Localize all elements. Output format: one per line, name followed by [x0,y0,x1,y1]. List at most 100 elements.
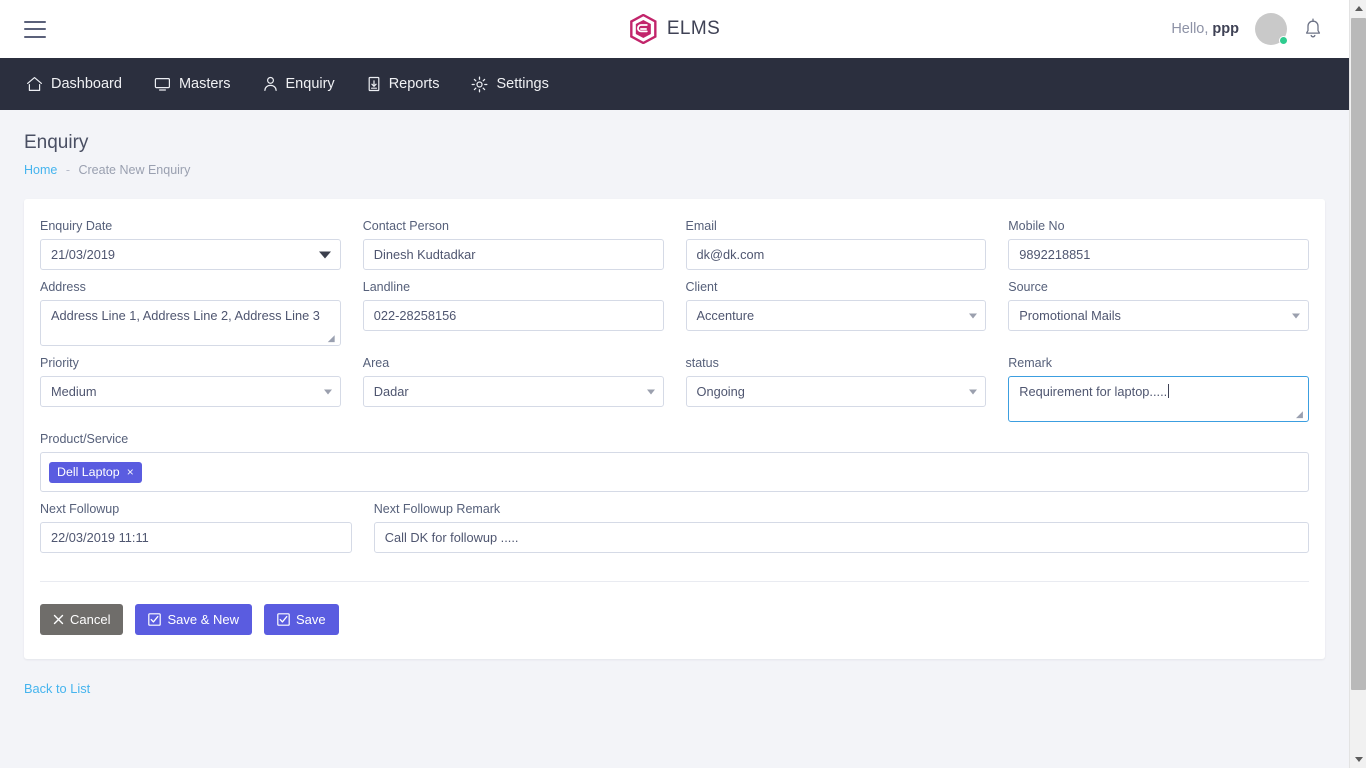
nav-item-enquiry[interactable]: Enquiry [261,72,337,96]
brand-logo[interactable]: ELMS [629,14,720,44]
back-to-list-link[interactable]: Back to List [24,681,1349,696]
field-mobile-no: Mobile No 9892218851 [1008,219,1309,270]
scroll-up-button[interactable] [1350,0,1366,17]
label-mobile-no: Mobile No [1008,219,1065,233]
scroll-down-button[interactable] [1350,751,1366,768]
enquiry-date-wrapper: 21/03/2019 [40,239,341,270]
label-contact-person: Contact Person [362,219,449,233]
nav-label-enquiry: Enquiry [285,76,335,92]
page-scrollbar[interactable] [1349,0,1366,768]
label-landline: Landline [362,280,411,294]
online-status-dot [1279,36,1288,45]
scrollbar-thumb[interactable] [1351,18,1366,690]
label-product-service: Product/Service [40,432,129,446]
form-row-4: Product/Service Dell Laptop × [40,432,1309,492]
address-value: Address Line 1, Address Line 2, Address … [51,308,320,323]
field-contact-person: Contact Person Dinesh Kudtadkar [362,219,664,270]
avatar[interactable] [1255,13,1288,45]
gear-icon [472,76,488,92]
label-client: Client [685,280,718,294]
text-caret [1168,384,1170,398]
form-row-3: Priority Medium Area Dadar status Ongoin… [40,356,1309,422]
resize-handle-icon[interactable]: ◢ [1296,410,1306,420]
enquiry-form-card: Enquiry Date 21/03/2019 Contact Person D… [24,199,1325,659]
save-label: Save [296,612,326,627]
priority-select[interactable]: Medium [40,376,341,407]
remark-value: Requirement for laptop..... [1019,384,1168,399]
nav-item-reports[interactable]: Reports [365,72,442,96]
save-and-new-button[interactable]: Save & New [135,604,253,635]
tag-label: Dell Laptop [57,464,120,479]
main-navigation: Dashboard Masters Enquiry Reports Settin… [0,58,1349,110]
area-wrapper: Dadar [362,376,664,407]
next-followup-remark-input[interactable]: Call DK for followup ..... [373,522,1309,553]
client-wrapper: Accenture [685,300,987,331]
field-product-service: Product/Service Dell Laptop × [40,432,1309,492]
next-followup-input[interactable]: 22/03/2019 11:11 [40,522,352,553]
field-landline: Landline 022-28258156 [362,280,664,346]
field-remark: Remark Requirement for laptop..... ◢ [1008,356,1309,422]
brand-name: ELMS [666,18,721,39]
form-row-5: Next Followup 22/03/2019 11:11 Next Foll… [40,502,1309,553]
form-actions: Cancel Save & New Save [40,604,1309,635]
breadcrumb-home-link[interactable]: Home [24,163,57,177]
label-enquiry-date: Enquiry Date [40,219,113,233]
nav-item-masters[interactable]: Masters [152,72,233,96]
status-select[interactable]: Ongoing [685,376,987,407]
save-button[interactable]: Save [264,604,339,635]
resize-handle-icon[interactable]: ◢ [328,334,338,344]
tag-remove-icon[interactable]: × [127,465,134,479]
save-and-new-label: Save & New [167,612,240,627]
nav-label-settings: Settings [496,76,549,92]
label-area: Area [362,356,390,370]
label-status: status [685,356,719,370]
source-select[interactable]: Promotional Mails [1008,300,1309,331]
label-address: Address [40,280,86,294]
elms-hexagon-icon [629,14,657,44]
form-row-2: Address Address Line 1, Address Line 2, … [40,280,1309,346]
label-email: Email [685,219,717,233]
breadcrumb-current: Create New Enquiry [78,163,191,177]
breadcrumb-separator: - [65,163,70,177]
triangle-up-icon [1354,6,1363,11]
checkbox-checked-icon [277,613,290,626]
greeting-text: Hello, [1171,21,1209,37]
landline-input[interactable]: 022-28258156 [362,300,664,331]
tag-item[interactable]: Dell Laptop × [49,461,142,483]
user-icon [263,76,277,91]
address-textarea[interactable]: Address Line 1, Address Line 2, Address … [40,300,341,346]
enquiry-date-input[interactable]: 21/03/2019 [40,239,341,270]
bell-icon[interactable] [1303,18,1323,40]
source-wrapper: Promotional Mails [1008,300,1309,331]
field-next-followup-remark: Next Followup Remark Call DK for followu… [373,502,1309,553]
cancel-button[interactable]: Cancel [40,604,124,635]
field-client: Client Accenture [685,280,987,346]
contact-person-input[interactable]: Dinesh Kudtadkar [362,239,664,270]
checkbox-checked-icon [148,613,162,626]
email-input[interactable]: dk@dk.com [685,239,987,270]
status-wrapper: Ongoing [685,376,987,407]
area-select[interactable]: Dadar [362,376,664,407]
cancel-label: Cancel [70,612,111,627]
form-row-1: Enquiry Date 21/03/2019 Contact Person D… [40,219,1309,270]
field-priority: Priority Medium [40,356,341,422]
nav-label-dashboard: Dashboard [51,76,122,92]
remark-textarea[interactable]: Requirement for laptop..... ◢ [1008,376,1309,422]
field-enquiry-date: Enquiry Date 21/03/2019 [40,219,341,270]
nav-item-dashboard[interactable]: Dashboard [24,72,124,96]
triangle-down-icon [1354,757,1363,762]
nav-item-settings[interactable]: Settings [469,72,550,97]
label-remark: Remark [1008,356,1053,370]
mobile-no-input[interactable]: 9892218851 [1008,239,1309,270]
form-divider [40,581,1309,582]
page-header: Enquiry Home - Create New Enquiry [0,110,1349,177]
product-service-tag-input[interactable]: Dell Laptop × [40,452,1309,492]
report-download-icon [368,76,380,92]
label-priority: Priority [40,356,79,370]
user-name: ppp [1212,21,1239,37]
client-select[interactable]: Accenture [685,300,987,331]
hamburger-menu-icon[interactable] [24,20,46,38]
user-greeting: Hello, ppp [1171,21,1239,37]
top-bar: ELMS Hello, ppp [0,0,1349,58]
priority-wrapper: Medium [40,376,341,407]
